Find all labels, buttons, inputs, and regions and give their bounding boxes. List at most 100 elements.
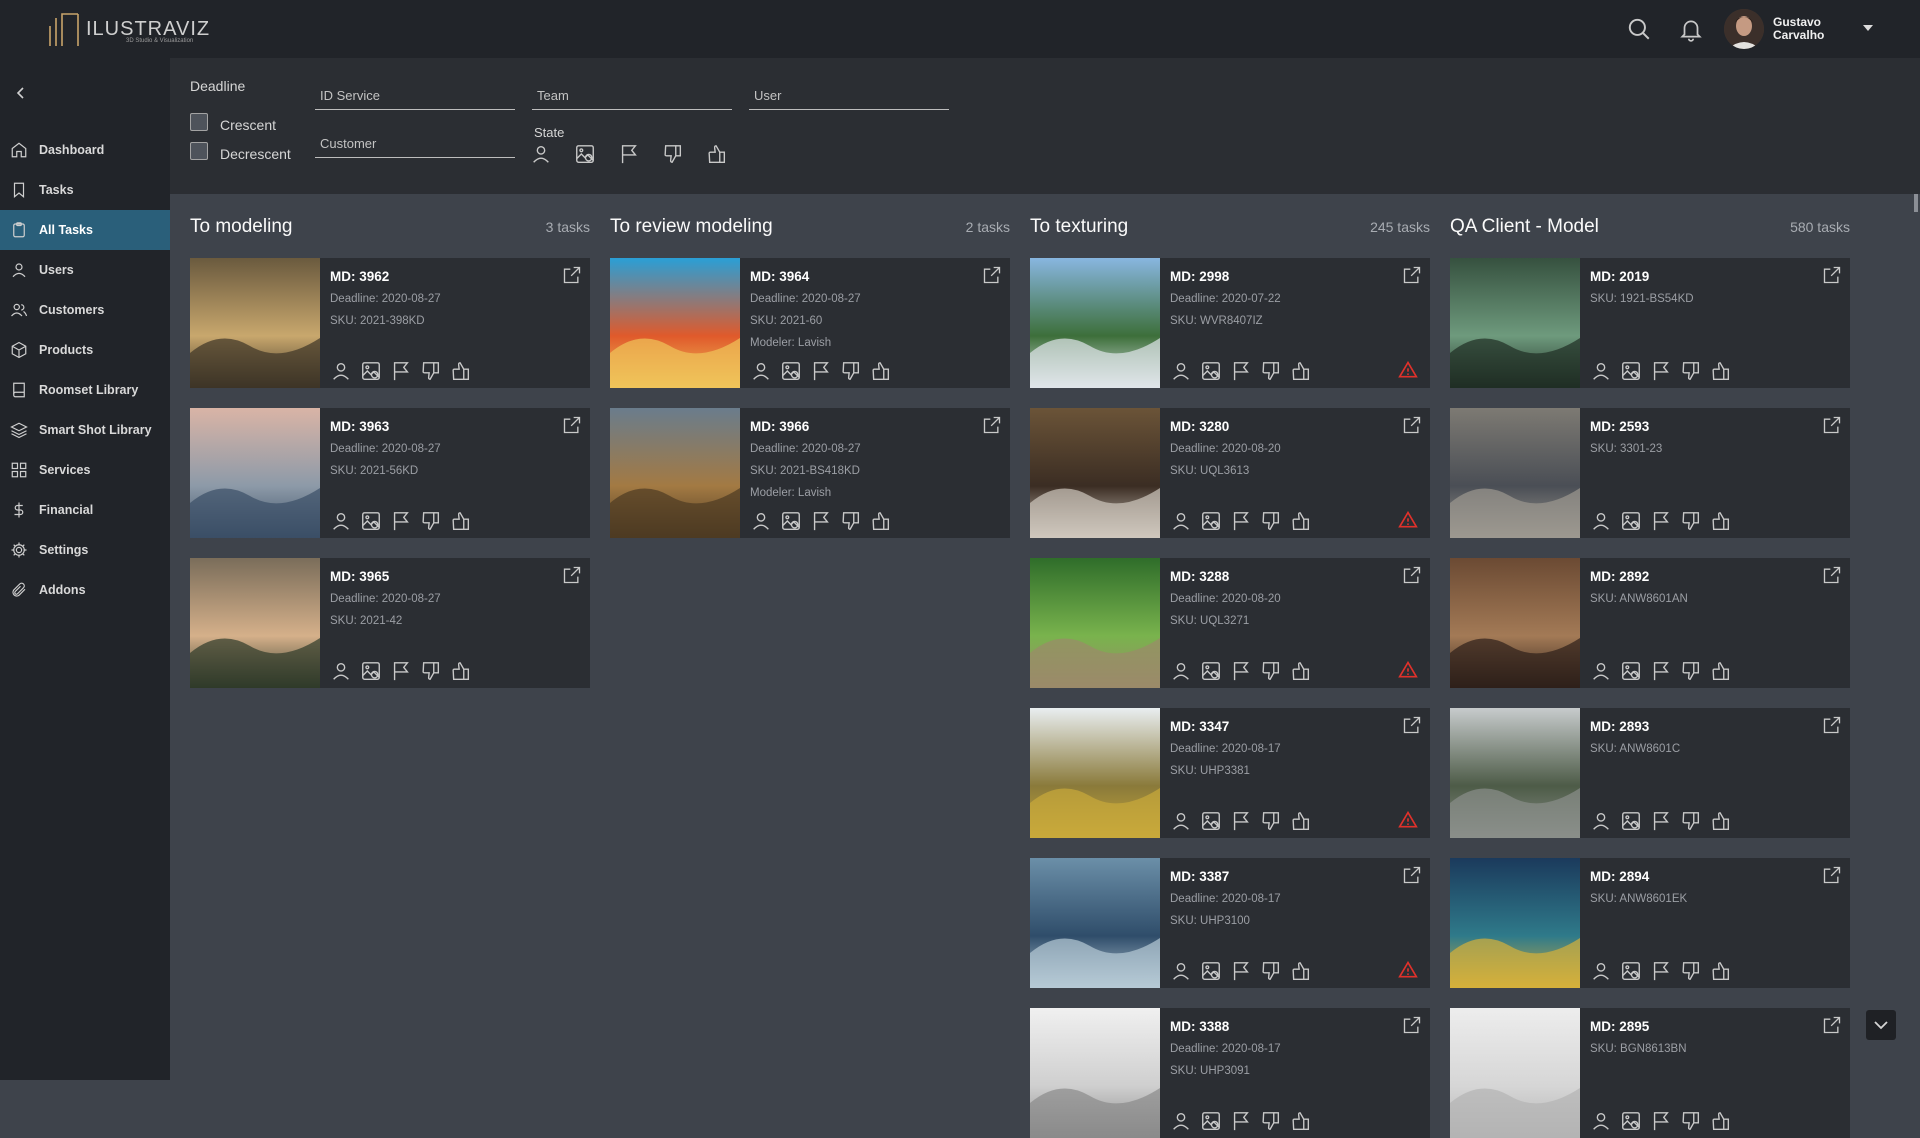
sidebar-item-financial[interactable]: Financial [0,490,170,530]
task-thumbnail[interactable] [1450,1008,1580,1138]
assign-user-icon[interactable] [750,360,772,382]
thumbs-down-icon[interactable] [1680,660,1702,682]
image-review-icon[interactable] [1620,810,1642,832]
avatar[interactable] [1724,9,1764,49]
image-review-icon[interactable] [1200,810,1222,832]
task-thumbnail[interactable] [190,558,320,688]
thumbs-down-icon[interactable] [1680,360,1702,382]
image-review-icon[interactable] [1200,360,1222,382]
sidebar-item-products[interactable]: Products [0,330,170,370]
thumbs-down-icon[interactable] [1260,1110,1282,1132]
task-thumbnail[interactable] [1030,408,1160,538]
thumbs-up-icon[interactable] [450,360,472,382]
sidebar-item-tasks[interactable]: Tasks [0,170,170,210]
open-external-icon[interactable] [1822,415,1842,435]
task-card[interactable]: MD: 3387 Deadline: 2020-08-17 SKU: UHP3100 [1030,858,1430,988]
caret-down-icon[interactable] [1860,20,1876,36]
task-thumbnail[interactable] [1030,858,1160,988]
flag-icon[interactable] [390,510,412,532]
flag-icon[interactable] [1230,660,1252,682]
open-external-icon[interactable] [1402,865,1422,885]
state-thumbs-down-icon[interactable] [662,143,684,165]
open-external-icon[interactable] [982,265,1002,285]
thumbs-down-icon[interactable] [1260,960,1282,982]
image-review-icon[interactable] [1620,360,1642,382]
crescent-checkbox[interactable] [190,113,208,131]
image-review-icon[interactable] [1620,660,1642,682]
image-review-icon[interactable] [1200,660,1222,682]
image-review-icon[interactable] [1200,960,1222,982]
open-external-icon[interactable] [1402,715,1422,735]
flag-icon[interactable] [1650,660,1672,682]
task-card[interactable]: MD: 2998 Deadline: 2020-07-22 SKU: WVR8407… [1030,258,1430,388]
flag-icon[interactable] [810,360,832,382]
flag-icon[interactable] [1650,960,1672,982]
task-card[interactable]: MD: 3965 Deadline: 2020-08-27 SKU: 2021-42 [190,558,590,688]
open-external-icon[interactable] [1402,415,1422,435]
task-card[interactable]: MD: 2593 SKU: 3301-23 [1450,408,1850,538]
thumbs-down-icon[interactable] [420,510,442,532]
state-image-review-icon[interactable] [574,143,596,165]
customer-input[interactable] [315,128,515,158]
thumbs-down-icon[interactable] [1680,810,1702,832]
flag-icon[interactable] [1230,510,1252,532]
image-review-icon[interactable] [360,360,382,382]
task-thumbnail[interactable] [1450,708,1580,838]
thumbs-up-icon[interactable] [1710,960,1732,982]
task-card[interactable]: MD: 3964 Deadline: 2020-08-27 SKU: 2021-60… [610,258,1010,388]
assign-user-icon[interactable] [1590,510,1612,532]
thumbs-up-icon[interactable] [450,660,472,682]
image-review-icon[interactable] [1620,1110,1642,1132]
task-thumbnail[interactable] [1030,258,1160,388]
thumbs-up-icon[interactable] [450,510,472,532]
brand-logo[interactable]: ILUSTRAVIZ 3D Studio & Visualization [48,8,209,50]
task-thumbnail[interactable] [1030,708,1160,838]
bell-icon[interactable] [1678,16,1704,42]
thumbs-up-icon[interactable] [1710,810,1732,832]
thumbs-up-icon[interactable] [870,510,892,532]
task-thumbnail[interactable] [190,258,320,388]
scroll-down-button[interactable] [1866,1010,1896,1040]
assign-user-icon[interactable] [1170,360,1192,382]
flag-icon[interactable] [1230,360,1252,382]
team-input[interactable] [532,80,732,110]
thumbs-up-icon[interactable] [1290,1110,1312,1132]
open-external-icon[interactable] [1402,565,1422,585]
sidebar-item-all-tasks[interactable]: All Tasks [0,210,170,250]
assign-user-icon[interactable] [1170,960,1192,982]
assign-user-icon[interactable] [330,360,352,382]
assign-user-icon[interactable] [1590,960,1612,982]
task-card[interactable]: MD: 2895 SKU: BGN8613BN [1450,1008,1850,1138]
image-review-icon[interactable] [360,510,382,532]
thumbs-down-icon[interactable] [840,360,862,382]
assign-user-icon[interactable] [1170,810,1192,832]
sidebar-item-services[interactable]: Services [0,450,170,490]
task-card[interactable]: MD: 3288 Deadline: 2020-08-20 SKU: UQL3271 [1030,558,1430,688]
open-external-icon[interactable] [1822,715,1842,735]
thumbs-up-icon[interactable] [1710,1110,1732,1132]
thumbs-down-icon[interactable] [840,510,862,532]
flag-icon[interactable] [1650,360,1672,382]
assign-user-icon[interactable] [330,660,352,682]
id-service-input[interactable] [315,80,515,110]
assign-user-icon[interactable] [1590,1110,1612,1132]
thumbs-up-icon[interactable] [870,360,892,382]
assign-user-icon[interactable] [750,510,772,532]
thumbs-up-icon[interactable] [1290,510,1312,532]
task-card[interactable]: MD: 3963 Deadline: 2020-08-27 SKU: 2021-56… [190,408,590,538]
assign-user-icon[interactable] [330,510,352,532]
open-external-icon[interactable] [1402,1015,1422,1035]
task-thumbnail[interactable] [190,408,320,538]
assign-user-icon[interactable] [1170,660,1192,682]
thumbs-down-icon[interactable] [420,360,442,382]
sidebar-item-customers[interactable]: Customers [0,290,170,330]
state-flag-icon[interactable] [618,143,640,165]
thumbs-up-icon[interactable] [1710,660,1732,682]
open-external-icon[interactable] [562,565,582,585]
flag-icon[interactable] [1650,810,1672,832]
flag-icon[interactable] [810,510,832,532]
sidebar-item-dashboard[interactable]: Dashboard [0,130,170,170]
image-review-icon[interactable] [1200,1110,1222,1132]
assign-user-icon[interactable] [1590,360,1612,382]
thumbs-down-icon[interactable] [1260,360,1282,382]
